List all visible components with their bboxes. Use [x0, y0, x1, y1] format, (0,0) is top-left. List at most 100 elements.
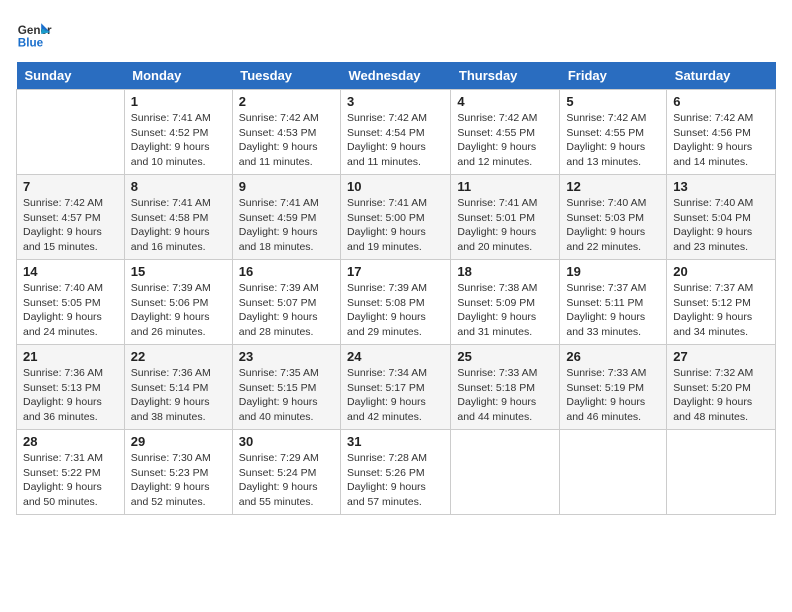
- day-info: Sunrise: 7:38 AMSunset: 5:09 PMDaylight:…: [457, 281, 553, 340]
- calendar-cell: 13 Sunrise: 7:40 AMSunset: 5:04 PMDayligh…: [667, 175, 776, 260]
- calendar-cell: 27 Sunrise: 7:32 AMSunset: 5:20 PMDayligh…: [667, 345, 776, 430]
- day-info: Sunrise: 7:30 AMSunset: 5:23 PMDaylight:…: [131, 451, 226, 510]
- day-info: Sunrise: 7:37 AMSunset: 5:11 PMDaylight:…: [566, 281, 660, 340]
- calendar-cell: 24 Sunrise: 7:34 AMSunset: 5:17 PMDayligh…: [341, 345, 451, 430]
- week-row-3: 14Sunrise: 7:40 AMSunset: 5:05 PMDayligh…: [17, 260, 776, 345]
- calendar-cell: [667, 430, 776, 515]
- day-info: Sunrise: 7:42 AMSunset: 4:56 PMDaylight:…: [673, 111, 769, 170]
- day-info: Sunrise: 7:37 AMSunset: 5:12 PMDaylight:…: [673, 281, 769, 340]
- calendar-cell: 7 Sunrise: 7:42 AMSunset: 4:57 PMDaylight…: [17, 175, 125, 260]
- day-number: 16: [239, 264, 334, 279]
- week-row-5: 28 Sunrise: 7:31 AMSunset: 5:22 PMDayligh…: [17, 430, 776, 515]
- day-number: 1: [131, 94, 226, 109]
- calendar-table: SundayMondayTuesdayWednesdayThursdayFrid…: [16, 62, 776, 515]
- header: General Blue: [16, 16, 776, 52]
- calendar-cell: 15 Sunrise: 7:39 AMSunset: 5:06 PMDayligh…: [124, 260, 232, 345]
- calendar-cell: 25 Sunrise: 7:33 AMSunset: 5:18 PMDayligh…: [451, 345, 560, 430]
- week-row-1: 1 Sunrise: 7:41 AMSunset: 4:52 PMDaylight…: [17, 90, 776, 175]
- day-number: 11: [457, 179, 553, 194]
- calendar-cell: 30 Sunrise: 7:29 AMSunset: 5:24 PMDayligh…: [232, 430, 340, 515]
- day-number: 28: [23, 434, 118, 449]
- calendar-cell: 1 Sunrise: 7:41 AMSunset: 4:52 PMDaylight…: [124, 90, 232, 175]
- calendar-cell: 3 Sunrise: 7:42 AMSunset: 4:54 PMDaylight…: [341, 90, 451, 175]
- day-info: Sunrise: 7:42 AMSunset: 4:55 PMDaylight:…: [566, 111, 660, 170]
- day-number: 10: [347, 179, 444, 194]
- day-number: 31: [347, 434, 444, 449]
- day-info: Sunrise: 7:36 AMSunset: 5:13 PMDaylight:…: [23, 366, 118, 425]
- day-info: Sunrise: 7:39 AMSunset: 5:07 PMDaylight:…: [239, 281, 334, 340]
- logo: General Blue: [16, 16, 52, 52]
- day-info: Sunrise: 7:41 AMSunset: 4:59 PMDaylight:…: [239, 196, 334, 255]
- day-number: 18: [457, 264, 553, 279]
- day-info: Sunrise: 7:40 AMSunset: 5:04 PMDaylight:…: [673, 196, 769, 255]
- weekday-header-friday: Friday: [560, 62, 667, 90]
- day-info: Sunrise: 7:35 AMSunset: 5:15 PMDaylight:…: [239, 366, 334, 425]
- day-info: Sunrise: 7:29 AMSunset: 5:24 PMDaylight:…: [239, 451, 334, 510]
- svg-text:Blue: Blue: [18, 37, 44, 50]
- day-number: 7: [23, 179, 118, 194]
- day-number: 15: [131, 264, 226, 279]
- day-info: Sunrise: 7:42 AMSunset: 4:54 PMDaylight:…: [347, 111, 444, 170]
- day-number: 5: [566, 94, 660, 109]
- calendar-cell: [560, 430, 667, 515]
- calendar-cell: 9Sunrise: 7:41 AMSunset: 4:59 PMDaylight…: [232, 175, 340, 260]
- calendar-cell: 22Sunrise: 7:36 AMSunset: 5:14 PMDayligh…: [124, 345, 232, 430]
- day-info: Sunrise: 7:42 AMSunset: 4:53 PMDaylight:…: [239, 111, 334, 170]
- day-number: 24: [347, 349, 444, 364]
- day-info: Sunrise: 7:32 AMSunset: 5:20 PMDaylight:…: [673, 366, 769, 425]
- day-number: 29: [131, 434, 226, 449]
- weekday-header-thursday: Thursday: [451, 62, 560, 90]
- day-number: 12: [566, 179, 660, 194]
- day-number: 6: [673, 94, 769, 109]
- day-number: 23: [239, 349, 334, 364]
- day-info: Sunrise: 7:39 AMSunset: 5:08 PMDaylight:…: [347, 281, 444, 340]
- day-info: Sunrise: 7:42 AMSunset: 4:55 PMDaylight:…: [457, 111, 553, 170]
- calendar-cell: 19 Sunrise: 7:37 AMSunset: 5:11 PMDayligh…: [560, 260, 667, 345]
- day-number: 3: [347, 94, 444, 109]
- day-number: 30: [239, 434, 334, 449]
- day-number: 25: [457, 349, 553, 364]
- calendar-cell: 6 Sunrise: 7:42 AMSunset: 4:56 PMDaylight…: [667, 90, 776, 175]
- week-row-2: 7 Sunrise: 7:42 AMSunset: 4:57 PMDaylight…: [17, 175, 776, 260]
- calendar-cell: 4Sunrise: 7:42 AMSunset: 4:55 PMDaylight…: [451, 90, 560, 175]
- calendar-cell: 26Sunrise: 7:33 AMSunset: 5:19 PMDayligh…: [560, 345, 667, 430]
- day-number: 21: [23, 349, 118, 364]
- calendar-cell: [17, 90, 125, 175]
- week-row-4: 21 Sunrise: 7:36 AMSunset: 5:13 PMDayligh…: [17, 345, 776, 430]
- day-info: Sunrise: 7:41 AMSunset: 4:58 PMDaylight:…: [131, 196, 226, 255]
- logo-icon: General Blue: [16, 16, 52, 52]
- day-info: Sunrise: 7:33 AMSunset: 5:18 PMDaylight:…: [457, 366, 553, 425]
- calendar-cell: 23 Sunrise: 7:35 AMSunset: 5:15 PMDayligh…: [232, 345, 340, 430]
- day-number: 27: [673, 349, 769, 364]
- weekday-header-row: SundayMondayTuesdayWednesdayThursdayFrid…: [17, 62, 776, 90]
- day-number: 2: [239, 94, 334, 109]
- day-info: Sunrise: 7:39 AMSunset: 5:06 PMDaylight:…: [131, 281, 226, 340]
- weekday-header-tuesday: Tuesday: [232, 62, 340, 90]
- day-info: Sunrise: 7:41 AMSunset: 5:00 PMDaylight:…: [347, 196, 444, 255]
- calendar-cell: 28 Sunrise: 7:31 AMSunset: 5:22 PMDayligh…: [17, 430, 125, 515]
- day-info: Sunrise: 7:36 AMSunset: 5:14 PMDaylight:…: [131, 366, 226, 425]
- day-number: 17: [347, 264, 444, 279]
- day-number: 19: [566, 264, 660, 279]
- calendar-cell: 8Sunrise: 7:41 AMSunset: 4:58 PMDaylight…: [124, 175, 232, 260]
- day-number: 26: [566, 349, 660, 364]
- calendar-cell: 21 Sunrise: 7:36 AMSunset: 5:13 PMDayligh…: [17, 345, 125, 430]
- day-number: 13: [673, 179, 769, 194]
- weekday-header-wednesday: Wednesday: [341, 62, 451, 90]
- calendar-cell: 17 Sunrise: 7:39 AMSunset: 5:08 PMDayligh…: [341, 260, 451, 345]
- calendar-cell: 11 Sunrise: 7:41 AMSunset: 5:01 PMDayligh…: [451, 175, 560, 260]
- day-info: Sunrise: 7:42 AMSunset: 4:57 PMDaylight:…: [23, 196, 118, 255]
- calendar-cell: 18 Sunrise: 7:38 AMSunset: 5:09 PMDayligh…: [451, 260, 560, 345]
- weekday-header-monday: Monday: [124, 62, 232, 90]
- calendar-cell: 14Sunrise: 7:40 AMSunset: 5:05 PMDayligh…: [17, 260, 125, 345]
- calendar-cell: 10 Sunrise: 7:41 AMSunset: 5:00 PMDayligh…: [341, 175, 451, 260]
- day-number: 14: [23, 264, 118, 279]
- day-info: Sunrise: 7:41 AMSunset: 4:52 PMDaylight:…: [131, 111, 226, 170]
- calendar-cell: 31Sunrise: 7:28 AMSunset: 5:26 PMDayligh…: [341, 430, 451, 515]
- day-info: Sunrise: 7:31 AMSunset: 5:22 PMDaylight:…: [23, 451, 118, 510]
- calendar-cell: 16 Sunrise: 7:39 AMSunset: 5:07 PMDayligh…: [232, 260, 340, 345]
- day-info: Sunrise: 7:41 AMSunset: 5:01 PMDaylight:…: [457, 196, 553, 255]
- day-info: Sunrise: 7:40 AMSunset: 5:03 PMDaylight:…: [566, 196, 660, 255]
- day-info: Sunrise: 7:34 AMSunset: 5:17 PMDaylight:…: [347, 366, 444, 425]
- calendar-cell: 29 Sunrise: 7:30 AMSunset: 5:23 PMDayligh…: [124, 430, 232, 515]
